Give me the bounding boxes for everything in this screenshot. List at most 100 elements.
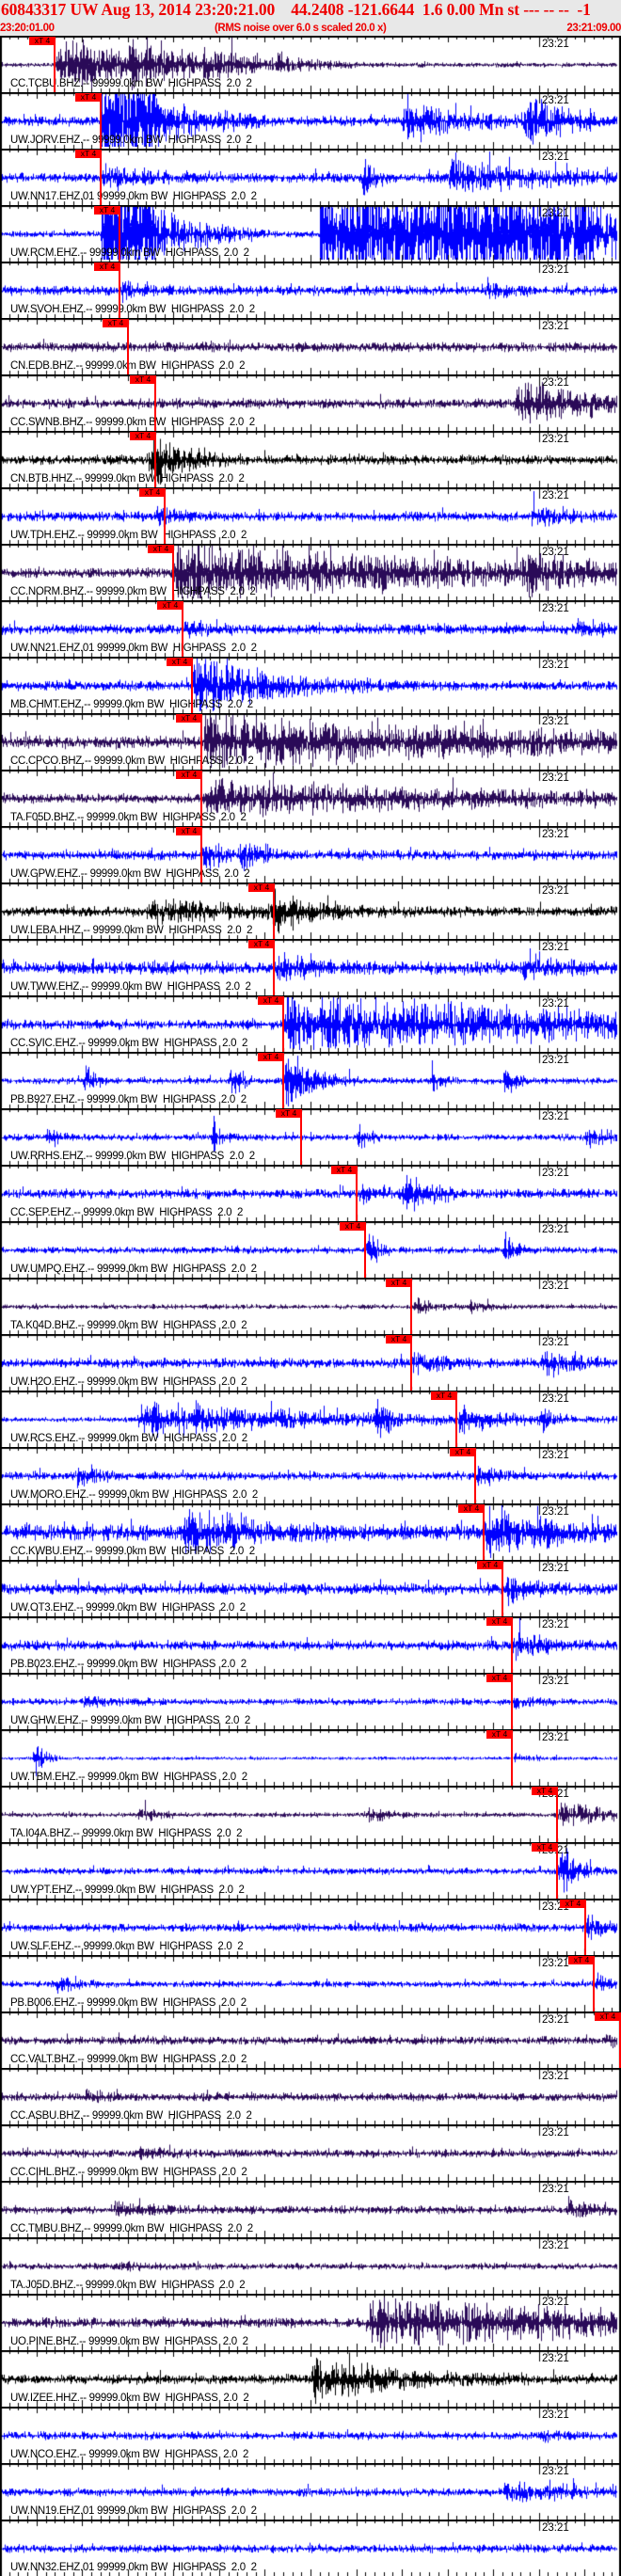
- pick-marker[interactable]: xT 4: [450, 1448, 476, 1456]
- minute-tick-label: 23:21: [542, 660, 569, 671]
- station-label: UW.TDH.EHZ.-- 99999.0km BW HIGHPASS 2.0 …: [10, 530, 247, 541]
- station-label: UW.SLF.EHZ.-- 99999.0km BW HIGHPASS 2.0 …: [10, 1941, 244, 1952]
- pick-marker[interactable]: xT 4: [139, 488, 166, 497]
- trace-row: 23:21 TA.F05D.BHZ.-- 99999.0km BW HIGHPAS…: [0, 770, 621, 826]
- station-label: TA.F05D.BHZ.-- 99999.0km BW HIGHPASS 2.0…: [10, 812, 247, 823]
- station-label: UW.RCM.EHZ.-- 99999.0km BW HIGHPASS 2.0 …: [10, 247, 249, 259]
- pick-marker[interactable]: xT 4: [75, 93, 102, 102]
- minute-tick-label: 23:21: [542, 2409, 569, 2421]
- trace-row: 23:21 MB.CHMT.EHZ.-- 99999.0km BW HIGHPAS…: [0, 657, 621, 713]
- station-label: CC.TMBU.BHZ.-- 99999.0km BW HIGHPASS 2.0…: [10, 2223, 253, 2234]
- trace-row: 23:21 UW.RRHS.EHZ.-- 99999.0km BW HIGHPAS…: [0, 1108, 621, 1165]
- trace-row: 23:21 UO.PINE.BHZ.-- 99999.0km BW HIGHPAS…: [0, 2294, 621, 2350]
- trace-row: 23:21 CC.CPCO.BHZ.-- 99999.0km BW HIGHPAS…: [0, 713, 621, 770]
- pick-marker[interactable]: xT 4: [486, 1617, 513, 1626]
- minute-tick-label: 23:21: [542, 1619, 569, 1630]
- trace-row: 23:21 UW.NN19.EHZ.01 99999.0km BW HIGHPAS…: [0, 2463, 621, 2520]
- trace-row: 23:21 UW.NN17.EHZ.01 99999.0km BW HIGHPAS…: [0, 149, 621, 205]
- pick-marker[interactable]: xT 4: [458, 1504, 485, 1513]
- trace-row: 23:21 CC.TMBU.BHZ.-- 99999.0km BW HIGHPAS…: [0, 2181, 621, 2237]
- pick-marker[interactable]: xT 4: [431, 1391, 457, 1400]
- minute-tick-label: 23:21: [542, 1450, 569, 1461]
- minute-tick-label: 23:21: [542, 1055, 569, 1066]
- trace-row: 23:21 CC.VALT.BHZ.-- 99999.0km BW HIGHPAS…: [0, 2012, 621, 2068]
- pick-marker[interactable]: xT 4: [94, 262, 120, 271]
- pick-marker[interactable]: xT 4: [103, 319, 129, 327]
- trace-row: 23:21 UW.NN21.EHZ.01 99999.0km BW HIGHPAS…: [0, 600, 621, 657]
- pick-marker[interactable]: xT 4: [486, 1674, 513, 1682]
- pick-marker[interactable]: xT 4: [29, 37, 56, 45]
- minute-tick-label: 23:21: [542, 2466, 569, 2477]
- pick-marker[interactable]: xT 4: [595, 2012, 621, 2021]
- trace-row: 23:21 UW.TBM.EHZ.-- 99999.0km BW HIGHPASS…: [0, 1729, 621, 1786]
- pick-marker[interactable]: xT 4: [248, 940, 275, 948]
- station-label: UW.TWW.EHZ.-- 99999.0km BW HIGHPASS 2.0 …: [10, 981, 251, 993]
- trace-row: 23:21 UW.TDH.EHZ.-- 99999.0km BW HIGHPASS…: [0, 487, 621, 544]
- trace-row: 23:21 UW.GHW.EHZ.-- 99999.0km BW HIGHPASS…: [0, 1673, 621, 1729]
- trace-row: 23:21 UW.OT3.EHZ.-- 99999.0km BW HIGHPASS…: [0, 1560, 621, 1616]
- pick-marker[interactable]: xT 4: [486, 1730, 513, 1739]
- minute-tick-label: 23:21: [542, 377, 569, 389]
- pick-marker[interactable]: xT 4: [532, 1843, 558, 1852]
- pick-marker[interactable]: xT 4: [167, 658, 193, 666]
- trace-row: 23:21 CN.EDB.BHZ.-- 99999.0km BW HIGHPASS…: [0, 318, 621, 374]
- pick-marker[interactable]: xT 4: [130, 375, 156, 384]
- minute-tick-label: 23:21: [542, 1168, 569, 1179]
- pick-marker[interactable]: xT 4: [130, 432, 156, 440]
- minute-tick-label: 23:21: [542, 2184, 569, 2195]
- trace-row: 23:21 PB.B023.EHZ.-- 99999.0km BW HIGHPAS…: [0, 1616, 621, 1673]
- station-label: UW.RCS.EHZ.-- 99999.0km BW HIGHPASS 2.0 …: [10, 1433, 247, 1444]
- station-label: UW.NN32.EHZ.01 99999.0km BW HIGHPASS 2.0…: [10, 2562, 257, 2573]
- trace-row: 23:21 PB.B927.EHZ.-- 99999.0km BW HIGHPAS…: [0, 1052, 621, 1108]
- minute-tick-label: 23:21: [542, 1224, 569, 1235]
- station-label: UW.LEBA.HHZ.-- 99999.0km BW HIGHPASS 2.0…: [10, 925, 253, 936]
- pick-marker[interactable]: xT 4: [532, 1787, 558, 1795]
- minute-tick-label: 23:21: [542, 1393, 569, 1405]
- station-label: UW.TBM.EHZ.-- 99999.0km BW HIGHPASS 2.0 …: [10, 1772, 247, 1783]
- pick-marker[interactable]: xT 4: [176, 714, 202, 723]
- pick-marker[interactable]: xT 4: [75, 150, 102, 158]
- station-label: UW.UMPQ.EHZ.-- 99999.0km BW HIGHPASS 2.0…: [10, 1264, 257, 1275]
- trace-row: 23:21 UW.H2O.EHZ.-- 99999.0km BW HIGHPASS…: [0, 1334, 621, 1391]
- minute-tick-label: 23:21: [542, 2297, 569, 2308]
- trace-row: 23:21 UW.TWW.EHZ.-- 99999.0km BW HIGHPASS…: [0, 939, 621, 995]
- minute-tick-label: 23:21: [542, 151, 569, 163]
- pick-marker[interactable]: xT 4: [477, 1561, 503, 1569]
- minute-tick-label: 23:21: [542, 998, 569, 1010]
- pick-marker[interactable]: xT 4: [386, 1279, 412, 1287]
- pick-marker[interactable]: xT 4: [340, 1222, 366, 1231]
- trace-row: 23:21 CC.KWBU.EHZ.-- 99999.0km BW HIGHPAS…: [0, 1503, 621, 1560]
- station-label: TA.I04A.BHZ.-- 99999.0km BW HIGHPASS 2.0…: [10, 1828, 243, 1839]
- pick-marker[interactable]: xT 4: [568, 1956, 595, 1964]
- minute-tick-label: 23:21: [542, 829, 569, 840]
- pick-marker[interactable]: xT 4: [157, 601, 183, 610]
- pick-marker[interactable]: xT 4: [248, 883, 275, 892]
- trace-row: 23:21 CC.SVIC.EHZ.-- 99999.0km BW HIGHPAS…: [0, 995, 621, 1052]
- pick-marker[interactable]: xT 4: [258, 996, 284, 1005]
- trace-row: 23:21 CC.ASBU.BHZ.-- 99999.0km BW HIGHPAS…: [0, 2068, 621, 2124]
- station-label: CC.SVIC.EHZ.-- 99999.0km BW HIGHPASS 2.0…: [10, 1038, 248, 1049]
- trace-row: 23:21 TA.J05D.BHZ.-- 99999.0km BW HIGHPAS…: [0, 2237, 621, 2294]
- trace-row: 23:21 CC.TCBU.BHZ.-- 99999.0km BW HIGHPAS…: [0, 36, 621, 92]
- station-label: UW.NN21.EHZ.01 99999.0km BW HIGHPASS 2.0…: [10, 643, 257, 654]
- pick-marker[interactable]: xT 4: [94, 206, 120, 215]
- pick-marker[interactable]: xT 4: [386, 1335, 412, 1344]
- trace-row: 23:21 UW.MORO.EHZ.-- 99999.0km BW HIGHPAS…: [0, 1447, 621, 1503]
- station-label: PB.B023.EHZ.-- 99999.0km BW HIGHPASS 2.0…: [10, 1659, 247, 1670]
- trace-row: 23:21 UW.NN32.EHZ.01 99999.0km BW HIGHPAS…: [0, 2520, 621, 2576]
- station-label: PB.B927.EHZ.-- 99999.0km BW HIGHPASS 2.0…: [10, 1094, 247, 1105]
- pick-marker[interactable]: xT 4: [148, 545, 174, 553]
- pick-marker[interactable]: xT 4: [176, 827, 202, 835]
- pick-marker[interactable]: xT 4: [258, 1053, 284, 1061]
- station-label: UO.PINE.BHZ.-- 99999.0km BW HIGHPASS 2.0…: [10, 2336, 248, 2347]
- station-label: CC.VALT.BHZ.-- 99999.0km BW HIGHPASS 2.0…: [10, 2054, 247, 2065]
- station-label: TA.J05D.BHZ.-- 99999.0km BW HIGHPASS 2.0…: [10, 2280, 246, 2291]
- minute-tick-label: 23:21: [542, 208, 569, 219]
- trace-row: 23:21 UW.SLF.EHZ.-- 99999.0km BW HIGHPASS…: [0, 1899, 621, 1955]
- pick-marker[interactable]: xT 4: [331, 1166, 358, 1174]
- minute-tick-label: 23:21: [542, 2014, 569, 2026]
- pick-marker[interactable]: xT 4: [560, 1900, 586, 1908]
- pick-marker[interactable]: xT 4: [176, 771, 202, 779]
- pick-marker[interactable]: xT 4: [276, 1109, 302, 1118]
- scaling-note: (RMS noise over 6.0 s scaled 20.0 x): [215, 23, 387, 34]
